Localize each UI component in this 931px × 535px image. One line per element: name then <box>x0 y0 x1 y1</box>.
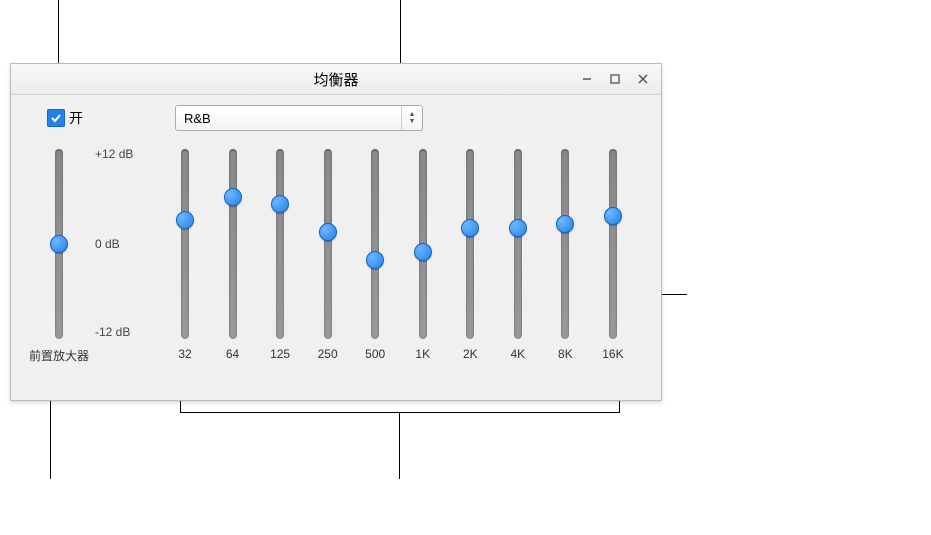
band-thumb-1K[interactable] <box>414 243 432 261</box>
band-500: 500 <box>355 149 395 364</box>
scale-labels: +12 dB 0 dB -12 dB <box>89 149 165 364</box>
band-thumb-125[interactable] <box>271 195 289 213</box>
band-slider-2K[interactable] <box>466 149 474 339</box>
band-freq-label: 8K <box>558 347 573 361</box>
band-250: 250 <box>308 149 348 364</box>
band-freq-label: 500 <box>365 347 385 361</box>
band-slider-250[interactable] <box>324 149 332 339</box>
band-slider-32[interactable] <box>181 149 189 339</box>
band-freq-label: 250 <box>318 347 338 361</box>
band-slider-64[interactable] <box>229 149 237 339</box>
band-thumb-8K[interactable] <box>556 215 574 233</box>
sliders-area: 前置放大器 +12 dB 0 dB -12 dB 32 64 125 250 500 1K… <box>11 131 661 374</box>
band-freq-label: 1K <box>415 347 430 361</box>
band-slider-4K[interactable] <box>514 149 522 339</box>
band-8K: 8K <box>545 149 585 364</box>
band-125: 125 <box>260 149 300 364</box>
band-thumb-4K[interactable] <box>509 219 527 237</box>
minimize-icon <box>582 74 592 84</box>
band-slider-16K[interactable] <box>609 149 617 339</box>
maximize-icon <box>610 74 620 84</box>
band-16K: 16K <box>593 149 633 364</box>
band-thumb-32[interactable] <box>176 211 194 229</box>
select-stepper-icon: ▲▼ <box>401 106 422 130</box>
minimize-button[interactable] <box>573 68 601 90</box>
band-4K: 4K <box>498 149 538 364</box>
band-thumb-500[interactable] <box>366 251 384 269</box>
scale-max-label: +12 dB <box>95 147 133 161</box>
band-1K: 1K <box>403 149 443 364</box>
on-label: 开 <box>69 108 83 128</box>
bands-container: 32 64 125 250 500 1K 2K 4K 8K 16K <box>165 149 643 364</box>
band-thumb-250[interactable] <box>319 223 337 241</box>
band-freq-label: 4K <box>510 347 525 361</box>
band-slider-8K[interactable] <box>561 149 569 339</box>
close-icon <box>638 74 648 84</box>
band-2K: 2K <box>450 149 490 364</box>
band-freq-label: 2K <box>463 347 478 361</box>
band-64: 64 <box>213 149 253 364</box>
close-button[interactable] <box>629 68 657 90</box>
window-controls <box>573 64 657 94</box>
preamp-label: 前置放大器 <box>29 347 89 364</box>
titlebar: 均衡器 <box>11 64 661 95</box>
band-freq-label: 125 <box>270 347 290 361</box>
equalizer-window: 均衡器 开 R&B ▲▼ <box>10 63 662 401</box>
scale-mid-label: 0 dB <box>95 237 120 251</box>
band-thumb-2K[interactable] <box>461 219 479 237</box>
check-icon <box>51 113 61 123</box>
window-title: 均衡器 <box>313 69 358 90</box>
band-slider-500[interactable] <box>371 149 379 339</box>
band-thumb-64[interactable] <box>224 188 242 206</box>
top-controls: 开 R&B ▲▼ <box>11 95 661 131</box>
band-slider-125[interactable] <box>276 149 284 339</box>
preset-value: R&B <box>184 111 211 126</box>
preamp-thumb[interactable] <box>50 235 68 253</box>
preamp-column: 前置放大器 <box>29 149 89 364</box>
preset-select[interactable]: R&B ▲▼ <box>175 105 423 131</box>
maximize-button[interactable] <box>601 68 629 90</box>
band-freq-label: 32 <box>178 347 191 361</box>
band-thumb-16K[interactable] <box>604 207 622 225</box>
on-checkbox-wrap[interactable]: 开 <box>47 108 83 128</box>
band-freq-label: 16K <box>602 347 623 361</box>
scale-min-label: -12 dB <box>95 325 130 339</box>
band-slider-1K[interactable] <box>419 149 427 339</box>
on-checkbox[interactable] <box>47 109 65 127</box>
preamp-slider[interactable] <box>55 149 63 339</box>
band-freq-label: 64 <box>226 347 239 361</box>
band-32: 32 <box>165 149 205 364</box>
